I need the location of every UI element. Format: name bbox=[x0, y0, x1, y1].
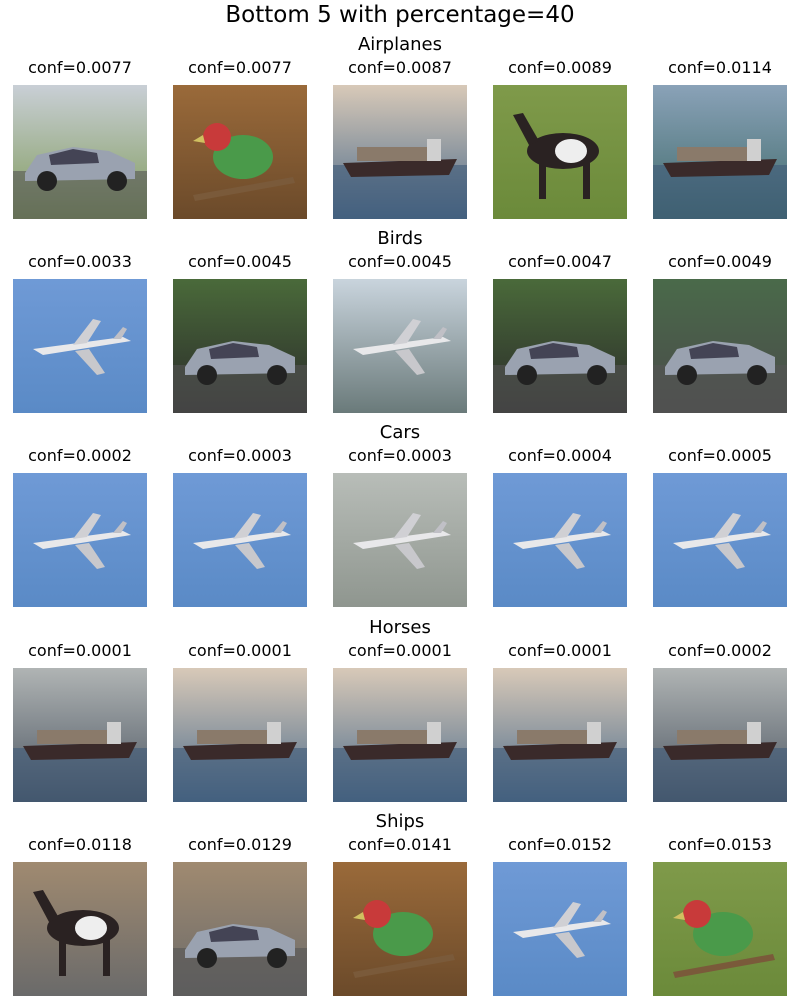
image-cell: conf=0.0033 bbox=[13, 252, 147, 413]
confidence-label: conf=0.0087 bbox=[348, 58, 452, 77]
row-title: Horses bbox=[369, 617, 431, 638]
image-cell: conf=0.0114 bbox=[653, 58, 787, 219]
airplane-thumbnail bbox=[653, 473, 787, 607]
row-cars: Cars conf=0.0002 conf=0.0003 conf=0.0003 con… bbox=[0, 422, 800, 612]
image-cell: conf=0.0001 bbox=[333, 641, 467, 802]
confidence-label: conf=0.0077 bbox=[28, 58, 132, 77]
airplane-thumbnail bbox=[333, 279, 467, 413]
image-cell: conf=0.0001 bbox=[13, 641, 147, 802]
airplane-thumbnail bbox=[493, 862, 627, 996]
confidence-label: conf=0.0089 bbox=[508, 58, 612, 77]
image-cell: conf=0.0004 bbox=[493, 446, 627, 607]
row-title: Airplanes bbox=[357, 34, 443, 55]
image-cell: conf=0.0002 bbox=[13, 446, 147, 607]
image-cell: conf=0.0153 bbox=[653, 835, 787, 996]
confidence-label: conf=0.0153 bbox=[668, 835, 772, 854]
confidence-label: conf=0.0129 bbox=[188, 835, 292, 854]
confidence-label: conf=0.0001 bbox=[348, 641, 452, 660]
image-cell: conf=0.0087 bbox=[333, 58, 467, 219]
confidence-label: conf=0.0045 bbox=[348, 252, 452, 271]
image-cell: conf=0.0152 bbox=[493, 835, 627, 996]
confidence-label: conf=0.0002 bbox=[28, 446, 132, 465]
confidence-label: conf=0.0002 bbox=[668, 641, 772, 660]
image-cell: conf=0.0047 bbox=[493, 252, 627, 413]
image-cell: conf=0.0002 bbox=[653, 641, 787, 802]
airplane-thumbnail bbox=[173, 473, 307, 607]
image-cell: conf=0.0077 bbox=[173, 58, 307, 219]
confidence-label: conf=0.0033 bbox=[28, 252, 132, 271]
image-cell: conf=0.0003 bbox=[173, 446, 307, 607]
image-cell: conf=0.0045 bbox=[173, 252, 307, 413]
bird-thumbnail bbox=[173, 85, 307, 219]
row-title: Cars bbox=[379, 422, 421, 443]
confidence-label: conf=0.0005 bbox=[668, 446, 772, 465]
image-cell: conf=0.0089 bbox=[493, 58, 627, 219]
bird-thumbnail bbox=[653, 862, 787, 996]
confidence-label: conf=0.0152 bbox=[508, 835, 612, 854]
image-cell: conf=0.0049 bbox=[653, 252, 787, 413]
row-title: Birds bbox=[377, 228, 423, 249]
horse-thumbnail bbox=[493, 85, 627, 219]
confidence-label: conf=0.0077 bbox=[188, 58, 292, 77]
image-cell: conf=0.0118 bbox=[13, 835, 147, 996]
airplane-thumbnail bbox=[333, 473, 467, 607]
confidence-label: conf=0.0114 bbox=[668, 58, 772, 77]
confidence-label: conf=0.0118 bbox=[28, 835, 132, 854]
image-cell: conf=0.0005 bbox=[653, 446, 787, 607]
car-thumbnail bbox=[13, 85, 147, 219]
confidence-label: conf=0.0003 bbox=[348, 446, 452, 465]
ship-thumbnail bbox=[333, 85, 467, 219]
image-cell: conf=0.0141 bbox=[333, 835, 467, 996]
confidence-label: conf=0.0001 bbox=[28, 641, 132, 660]
row-horses: Horses conf=0.0001 conf=0.0001 conf=0.0001 c… bbox=[0, 617, 800, 807]
bird-thumbnail bbox=[333, 862, 467, 996]
confidence-label: conf=0.0047 bbox=[508, 252, 612, 271]
ship-thumbnail bbox=[493, 668, 627, 802]
confidence-label: conf=0.0141 bbox=[348, 835, 452, 854]
ship-thumbnail bbox=[333, 668, 467, 802]
confidence-label: conf=0.0001 bbox=[188, 641, 292, 660]
confidence-label: conf=0.0001 bbox=[508, 641, 612, 660]
confidence-label: conf=0.0049 bbox=[668, 252, 772, 271]
confidence-label: conf=0.0004 bbox=[508, 446, 612, 465]
image-cell: conf=0.0129 bbox=[173, 835, 307, 996]
image-cell: conf=0.0001 bbox=[173, 641, 307, 802]
car-thumbnail bbox=[653, 279, 787, 413]
airplane-thumbnail bbox=[13, 279, 147, 413]
car-thumbnail bbox=[493, 279, 627, 413]
row-birds: Birds conf=0.0033 conf=0.0045 conf=0.0045 co… bbox=[0, 228, 800, 418]
ship-thumbnail bbox=[173, 668, 307, 802]
horse-thumbnail bbox=[13, 862, 147, 996]
image-cell: conf=0.0001 bbox=[493, 641, 627, 802]
row-title: Ships bbox=[375, 811, 425, 832]
image-cell: conf=0.0045 bbox=[333, 252, 467, 413]
airplane-thumbnail bbox=[13, 473, 147, 607]
car-thumbnail bbox=[173, 279, 307, 413]
image-cell: conf=0.0077 bbox=[13, 58, 147, 219]
image-cell: conf=0.0003 bbox=[333, 446, 467, 607]
confidence-label: conf=0.0003 bbox=[188, 446, 292, 465]
confidence-label: conf=0.0045 bbox=[188, 252, 292, 271]
ship-thumbnail bbox=[653, 85, 787, 219]
car-thumbnail bbox=[173, 862, 307, 996]
ship-thumbnail bbox=[13, 668, 147, 802]
airplane-thumbnail bbox=[493, 473, 627, 607]
row-ships: Ships conf=0.0118 conf=0.0129 conf=0.0141 co… bbox=[0, 811, 800, 1001]
row-airplanes: Airplanes conf=0.0077 conf=0.0077 conf=0.00… bbox=[0, 34, 800, 224]
figure-title: Bottom 5 with percentage=40 bbox=[225, 2, 575, 28]
ship-thumbnail bbox=[653, 668, 787, 802]
